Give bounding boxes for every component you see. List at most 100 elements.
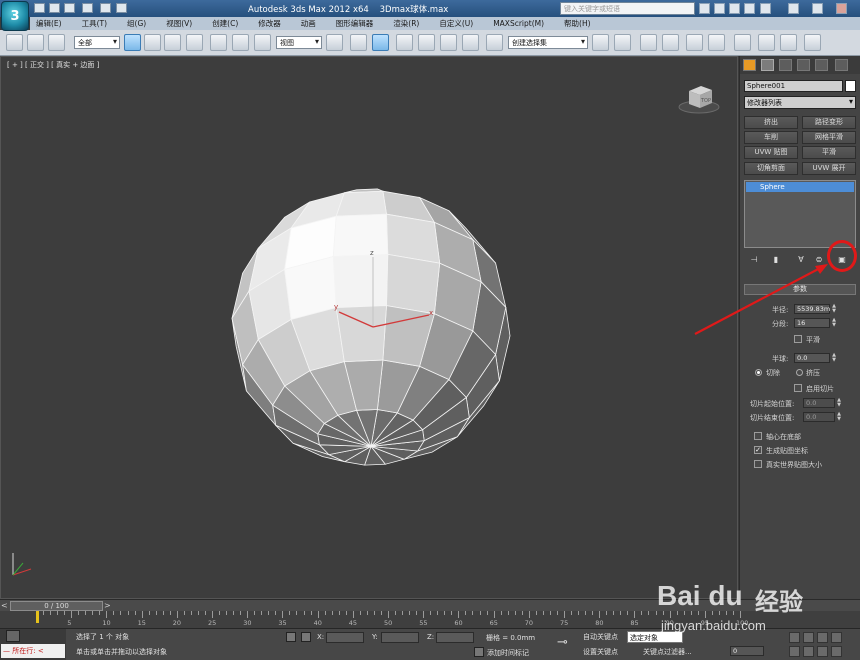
new-file-icon[interactable] [34,3,45,13]
select-object-icon[interactable] [124,34,141,51]
named-selection-dropdown[interactable]: 创建选择集 [508,36,588,49]
maxscript-icon[interactable] [6,630,20,642]
add-time-tag[interactable]: 添加时间标记 [487,648,529,658]
app-logo-icon[interactable]: 3 [1,1,29,31]
sphere-object[interactable]: z x y [1,57,739,600]
create-tab-icon[interactable] [743,59,756,71]
orbit-icon[interactable] [817,646,828,657]
menu-animation[interactable]: 动画 [301,18,316,29]
modifier-extrude-button[interactable]: 挤出 [744,116,798,129]
menu-views[interactable]: 视图(V) [166,18,192,29]
search-input[interactable]: 键入关键字或短语 [560,2,695,15]
select-manipulate-icon[interactable] [350,34,367,51]
modifier-meshsmooth-button[interactable]: 网格平滑 [802,131,856,144]
move-icon[interactable] [210,34,227,51]
absolute-mode-icon[interactable] [301,632,311,642]
selection-filter-dropdown[interactable]: 全部 [74,36,120,49]
auto-key-button[interactable]: 自动关键点 [583,632,618,642]
window-crossing-icon[interactable] [186,34,203,51]
render-production-icon[interactable] [804,34,821,51]
keyboard-shortcut-toggle-icon[interactable] [372,34,389,51]
time-slider-thumb[interactable]: 0 / 100 [10,601,103,611]
utilities-tab-icon[interactable] [835,59,848,71]
lock-selection-icon[interactable] [286,632,296,642]
undo-icon[interactable] [82,3,93,13]
menu-tools[interactable]: 工具(T) [82,18,107,29]
display-tab-icon[interactable] [815,59,828,71]
layer-manager-icon[interactable] [640,34,657,51]
open-file-icon[interactable] [49,3,60,13]
redo-icon[interactable] [100,3,111,13]
prev-frame-icon[interactable]: < [1,601,8,610]
spinner-snap-icon[interactable] [462,34,479,51]
hierarchy-tab-icon[interactable] [779,59,792,71]
gen-mapping-checkbox[interactable]: ✓ [754,446,762,454]
menu-maxscript[interactable]: MAXScript(M) [493,19,544,28]
squash-radio[interactable] [796,369,803,376]
save-file-icon[interactable] [64,3,75,13]
time-tag-icon[interactable] [474,647,484,657]
percent-snap-icon[interactable] [440,34,457,51]
current-frame-marker[interactable] [36,611,39,623]
render-setup-icon[interactable] [758,34,775,51]
bind-space-warp-icon[interactable] [48,34,65,51]
menu-help[interactable]: 帮助(H) [564,18,591,29]
favorites-icon[interactable] [744,3,755,14]
object-name-field[interactable]: Sphere001 [744,80,843,92]
scale-icon[interactable] [254,34,271,51]
next-frame-icon[interactable]: > [104,601,111,610]
align-icon[interactable] [614,34,631,51]
rotate-icon[interactable] [232,34,249,51]
menu-customize[interactable]: 自定义(U) [439,18,473,29]
x-coordinate-field[interactable] [326,632,364,643]
modifier-path-deform-button[interactable]: 路径变形 [802,116,856,129]
curve-editor-icon[interactable] [686,34,703,51]
sphere-face[interactable] [332,213,389,257]
reference-coord-dropdown[interactable]: 视图 [276,36,322,49]
real-world-map-checkbox[interactable] [754,460,762,468]
communication-icon[interactable] [729,3,740,14]
slice-from-spinner[interactable]: ▲ ▼ [836,398,842,408]
edit-named-selection-icon[interactable] [486,34,503,51]
project-folder-icon[interactable] [116,3,127,13]
key-filters-button[interactable]: 关键点过滤器... [643,647,692,657]
set-key-button[interactable]: 设置关键点 [583,647,618,657]
schematic-view-icon[interactable] [708,34,725,51]
modify-tab-icon[interactable] [761,59,774,71]
select-and-link-icon[interactable] [6,34,23,51]
modifier-chamfer-button[interactable]: 切角剪面 [744,162,798,175]
snap-toggle-icon[interactable] [396,34,413,51]
sphere-face[interactable] [332,253,389,309]
chop-radio[interactable] [755,369,762,376]
search-icon[interactable] [699,3,710,14]
menu-create[interactable]: 创建(C) [212,18,238,29]
z-coordinate-field[interactable] [436,632,474,643]
menu-rendering[interactable]: 渲染(R) [393,18,419,29]
maxscript-mini-listener[interactable]: — 所在行: < [1,644,65,658]
material-editor-icon[interactable] [734,34,751,51]
base-to-pivot-checkbox[interactable] [754,432,762,440]
maximize-viewport-icon[interactable] [831,646,842,657]
select-by-name-icon[interactable] [144,34,161,51]
pivot-center-icon[interactable] [326,34,343,51]
modifier-smooth-button[interactable]: 平滑 [802,146,856,159]
hemisphere-input[interactable]: 0.0 [794,353,830,363]
graphite-tools-icon[interactable] [662,34,679,51]
menu-group[interactable]: 组(G) [127,18,146,29]
object-color-swatch[interactable] [845,80,856,92]
pan-icon[interactable] [803,646,814,657]
help-icon[interactable] [760,3,771,14]
y-coordinate-field[interactable] [381,632,419,643]
angle-snap-icon[interactable] [418,34,435,51]
unlink-icon[interactable] [27,34,44,51]
slice-on-checkbox[interactable] [794,384,802,392]
menu-modifiers[interactable]: 修改器 [258,18,281,29]
sphere-face[interactable] [335,190,387,217]
rendered-frame-window-icon[interactable] [780,34,797,51]
modifier-stack[interactable]: Sphere [744,180,856,248]
sphere-face[interactable] [386,253,441,315]
modifier-uvw-map-button[interactable]: UVW 贴图 [744,146,798,159]
subscription-icon[interactable] [714,3,725,14]
field-of-view-icon[interactable] [789,646,800,657]
slice-to-input[interactable]: 0.0 [803,412,835,422]
